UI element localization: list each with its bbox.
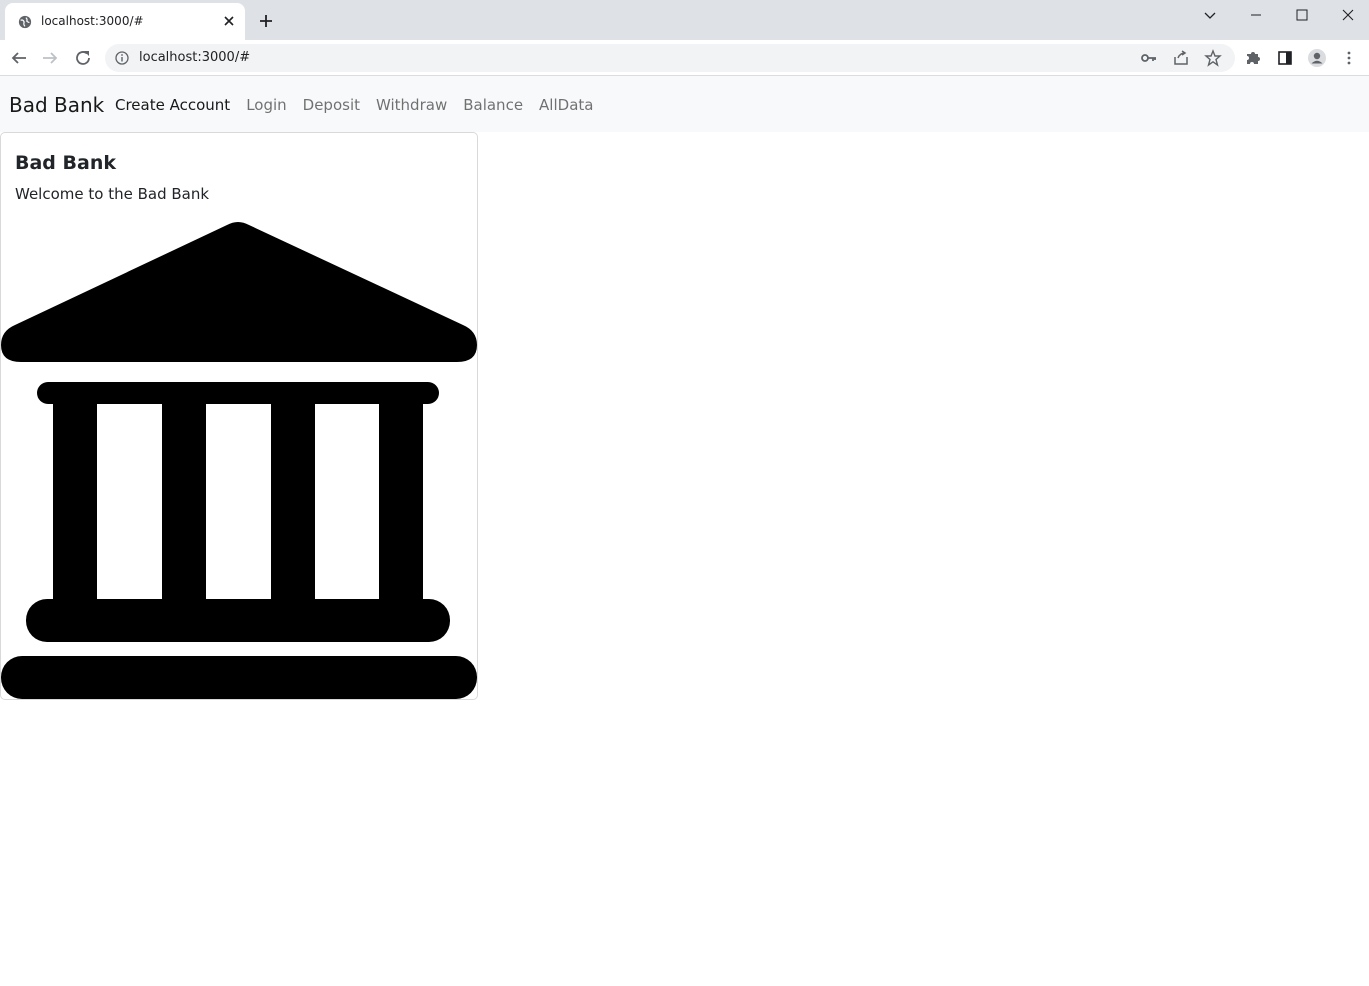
url-text[interactable]: localhost:3000/# bbox=[139, 50, 250, 65]
reload-button[interactable] bbox=[71, 46, 95, 70]
new-tab-icon[interactable] bbox=[257, 12, 275, 30]
app-navbar: Bad Bank Create Account Login Deposit Wi… bbox=[0, 76, 1369, 132]
share-icon[interactable] bbox=[1172, 49, 1190, 67]
arrow-right-icon bbox=[43, 52, 58, 64]
close-window-button[interactable] bbox=[1325, 0, 1369, 30]
card-title: Bad Bank bbox=[15, 152, 116, 174]
nav-link-alldata[interactable]: AllData bbox=[531, 96, 601, 114]
avatar-icon bbox=[1308, 49, 1326, 67]
forward-button[interactable] bbox=[38, 46, 62, 70]
bookmark-star-icon[interactable] bbox=[1204, 49, 1222, 67]
menu-button[interactable] bbox=[1337, 46, 1361, 70]
card-text: Welcome to the Bad Bank bbox=[15, 185, 210, 203]
side-panel-icon bbox=[1278, 51, 1292, 65]
nav-links: Create Account Login Deposit Withdraw Ba… bbox=[107, 96, 601, 114]
browser-tabstrip: localhost:3000/# bbox=[0, 0, 1369, 40]
back-button[interactable] bbox=[7, 46, 31, 70]
profile-button[interactable] bbox=[1305, 46, 1329, 70]
minimize-button[interactable] bbox=[1233, 0, 1279, 30]
chevron-down-icon bbox=[1204, 12, 1216, 19]
reload-icon bbox=[76, 51, 90, 65]
close-tab-icon[interactable] bbox=[222, 14, 236, 28]
side-panel-button[interactable] bbox=[1273, 46, 1297, 70]
bank-icon bbox=[1, 222, 477, 699]
nav-link-withdraw[interactable]: Withdraw bbox=[368, 96, 455, 114]
nav-link-balance[interactable]: Balance bbox=[455, 96, 531, 114]
info-icon[interactable] bbox=[115, 51, 129, 65]
nav-link-create-account[interactable]: Create Account bbox=[107, 96, 238, 114]
browser-tab[interactable]: localhost:3000/# bbox=[5, 3, 245, 40]
nav-link-deposit[interactable]: Deposit bbox=[295, 96, 368, 114]
maximize-button[interactable] bbox=[1279, 0, 1325, 30]
home-card: Bad Bank Welcome to the Bad Bank bbox=[0, 132, 478, 700]
minimize-icon bbox=[1251, 14, 1261, 16]
address-bar[interactable]: localhost:3000/# bbox=[105, 44, 1235, 72]
navbar-brand[interactable]: Bad Bank bbox=[9, 93, 104, 117]
close-icon bbox=[1342, 9, 1354, 21]
extensions-button[interactable] bbox=[1241, 46, 1265, 70]
key-icon[interactable] bbox=[1140, 49, 1158, 67]
tab-search-button[interactable] bbox=[1187, 0, 1233, 30]
arrow-left-icon bbox=[11, 52, 26, 64]
puzzle-icon bbox=[1247, 52, 1260, 64]
browser-toolbar: localhost:3000/# bbox=[0, 40, 1369, 76]
maximize-icon bbox=[1296, 9, 1308, 21]
more-vert-icon bbox=[1347, 51, 1351, 65]
tab-title: localhost:3000/# bbox=[41, 14, 144, 28]
nav-link-login[interactable]: Login bbox=[238, 96, 294, 114]
globe-icon bbox=[18, 15, 32, 29]
